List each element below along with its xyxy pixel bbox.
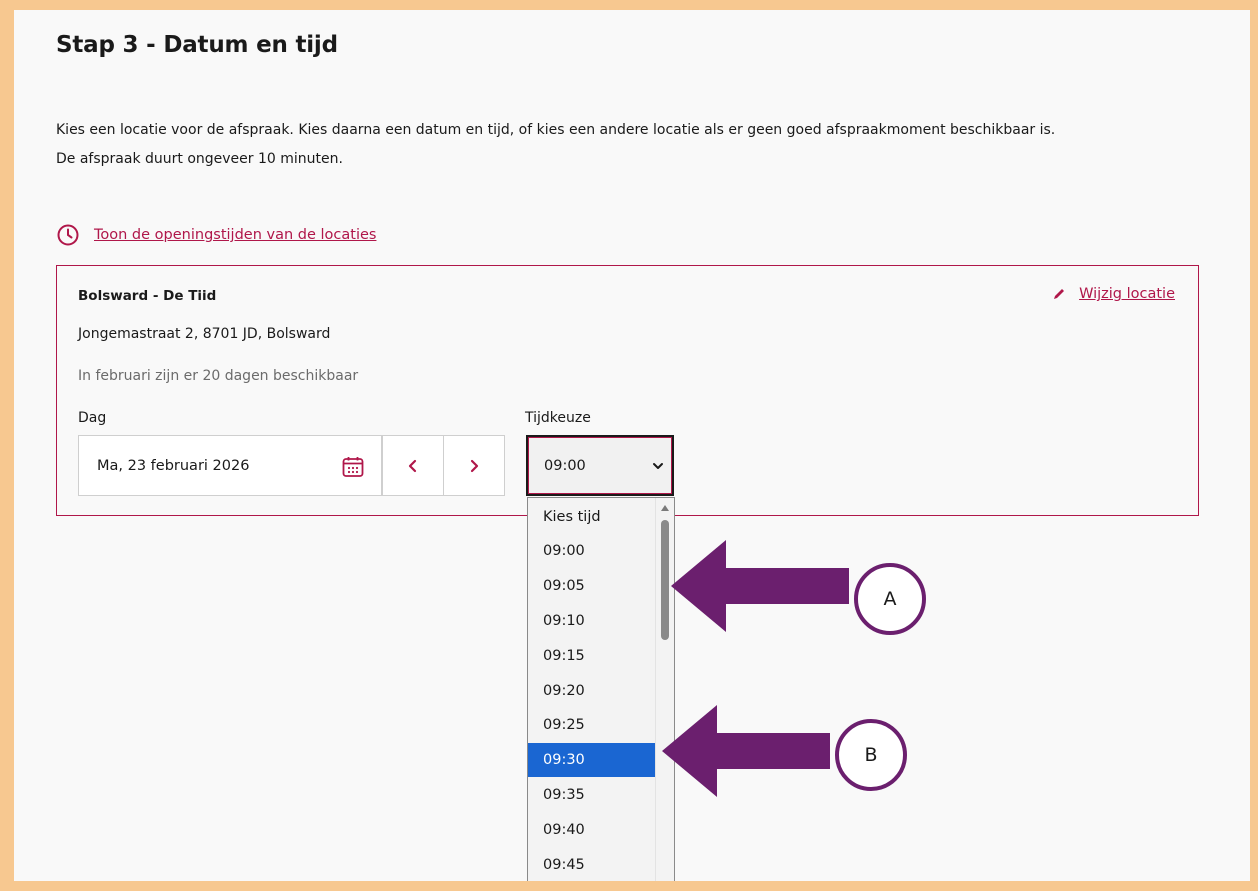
previous-day-button[interactable] [382, 435, 444, 496]
scrollbar-thumb[interactable] [661, 520, 669, 640]
chevron-left-icon [408, 459, 417, 472]
intro-line-2: De afspraak duurt ongeveer 10 minuten. [56, 151, 343, 167]
opening-hours-link[interactable]: Toon de openingstijden van de locaties [56, 220, 376, 250]
chevron-down-icon [653, 463, 663, 469]
intro-text: Kies een locatie voor de afspraak. Kies … [56, 116, 1216, 174]
page-title: Stap 3 - Datum en tijd [56, 32, 338, 58]
location-card: Bolsward - De Tiid Jongemastraat 2, 8701… [56, 265, 1199, 516]
pencil-icon [1054, 289, 1065, 299]
time-select-value: 09:00 [544, 457, 586, 474]
time-option[interactable]: Kies tijd [528, 500, 655, 534]
dropdown-scrollbar[interactable] [655, 498, 674, 881]
time-option[interactable]: 09:20 [528, 674, 655, 708]
time-option[interactable]: 09:10 [528, 604, 655, 638]
time-option[interactable]: 09:40 [528, 813, 655, 847]
time-option[interactable]: 09:25 [528, 708, 655, 742]
time-option[interactable]: 09:15 [528, 639, 655, 673]
clock-icon [57, 224, 79, 246]
calendar-icon[interactable] [341, 455, 365, 479]
time-option[interactable]: 09:05 [528, 569, 655, 603]
date-field[interactable]: Ma, 23 februari 2026 [78, 435, 382, 496]
callout-b: B [835, 719, 907, 791]
location-availability: In februari zijn er 20 dagen beschikbaar [78, 368, 359, 384]
opening-hours-link-label[interactable]: Toon de openingstijden van de locaties [94, 227, 376, 243]
arrow-b-icon [662, 705, 830, 797]
day-label: Dag [78, 410, 107, 426]
scroll-up-arrow-icon[interactable] [660, 504, 670, 512]
next-day-button[interactable] [443, 435, 505, 496]
time-option[interactable]: 09:00 [528, 534, 655, 568]
time-dropdown-list: Kies tijd 09:00 09:05 09:10 09:15 09:20 … [527, 497, 675, 881]
location-name: Bolsward - De Tiid [78, 288, 217, 304]
time-option-highlighted[interactable]: 09:30 [528, 743, 655, 777]
chevron-right-icon [470, 459, 479, 472]
location-address: Jongemastraat 2, 8701 JD, Bolsward [78, 326, 331, 342]
time-select[interactable]: 09:00 [526, 435, 674, 496]
change-location-link[interactable]: Wijzig locatie [1051, 286, 1175, 302]
arrow-a-icon [671, 540, 849, 632]
main-panel: Stap 3 - Datum en tijd Kies een locatie … [14, 10, 1250, 881]
callout-a: A [854, 563, 926, 635]
date-value: Ma, 23 februari 2026 [97, 457, 250, 474]
change-location-label[interactable]: Wijzig locatie [1079, 286, 1175, 302]
intro-line-1: Kies een locatie voor de afspraak. Kies … [56, 122, 1056, 138]
time-label: Tijdkeuze [525, 410, 591, 426]
time-option[interactable]: 09:45 [528, 848, 655, 881]
time-option[interactable]: 09:35 [528, 778, 655, 812]
